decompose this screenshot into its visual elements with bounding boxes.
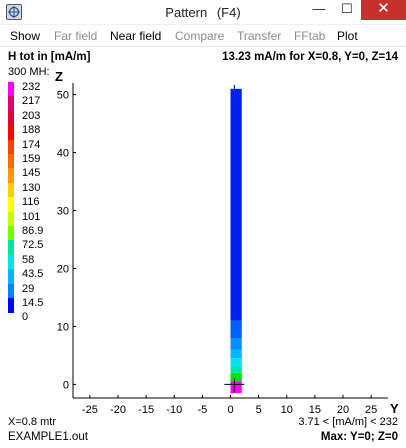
y-tick-label: -15 xyxy=(138,404,154,416)
z-axis-label: Z xyxy=(55,69,63,84)
file-name: EXAMPLE1.out xyxy=(8,431,88,443)
field-cell xyxy=(230,358,242,368)
max-location: Max: Y=0; Z=0 xyxy=(320,431,398,443)
field-cell xyxy=(230,320,242,339)
y-tick-label: 25 xyxy=(365,404,377,416)
value-range: 3.71 < [mA/m] < 232 xyxy=(298,416,398,428)
y-tick-label: -25 xyxy=(82,404,98,416)
field-cell xyxy=(230,372,242,382)
y-axis-label: Y xyxy=(390,401,399,416)
near-field-plot[interactable]: Z Y 0 10 20 30 40 50 -25 -20 -15 -10 -5 0 5 10 15 20 25 xyxy=(0,0,406,448)
z-tick-label: 50 xyxy=(57,90,69,102)
z-tick-label: 10 xyxy=(57,321,69,333)
z-tick-label: 30 xyxy=(57,206,69,218)
y-tick-label: -20 xyxy=(110,404,126,416)
y-tick-label: 20 xyxy=(337,404,349,416)
field-cell xyxy=(230,338,242,350)
field-cell xyxy=(230,367,242,373)
field-cell xyxy=(230,349,242,359)
z-tick-label: 20 xyxy=(57,263,69,275)
z-tick-label: 40 xyxy=(57,148,69,160)
y-tick-label: 5 xyxy=(256,404,262,416)
z-tick-label: 0 xyxy=(63,379,69,391)
y-tick-label: 15 xyxy=(309,404,321,416)
y-tick-label: 0 xyxy=(227,404,233,416)
x-position-label: X=0.8 mtr xyxy=(8,416,56,428)
field-cell xyxy=(230,88,242,321)
y-tick-label: -10 xyxy=(166,404,182,416)
y-tick-label: 10 xyxy=(281,404,293,416)
field-cell xyxy=(230,381,242,394)
y-tick-label: -5 xyxy=(197,404,207,416)
